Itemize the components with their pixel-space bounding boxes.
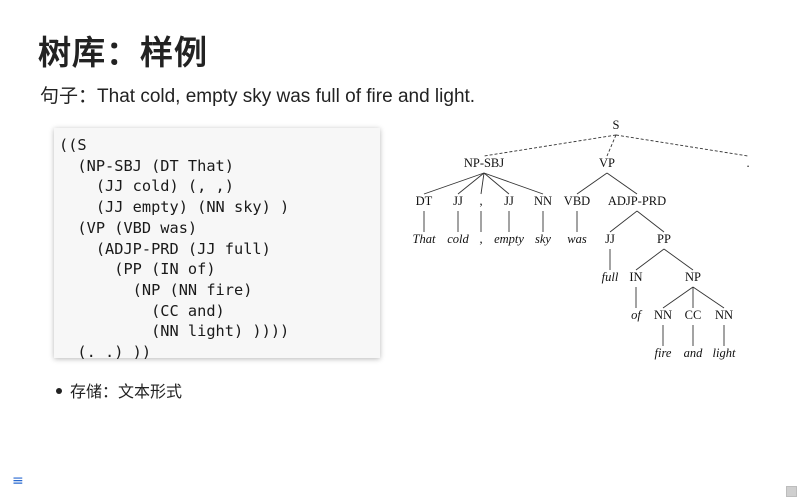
tree-edge [483, 172, 510, 195]
tree-word-was: was [567, 232, 587, 246]
tree-word-cold: cold [447, 232, 469, 246]
tree-node-vp: VP [599, 156, 615, 170]
tree-node-np2: NP [685, 270, 701, 284]
tree-node-cc: CC [685, 308, 702, 322]
sentence-label: 句子： [40, 85, 98, 107]
tree-edge [483, 172, 544, 195]
code-line: (ADJP-PRD (JJ full) [59, 239, 271, 258]
tree-node-jj3: JJ [605, 232, 615, 246]
tree-node-jj1: JJ [453, 194, 463, 208]
tree-node-vbd: VBD [564, 194, 590, 208]
code-line: ((S [59, 136, 87, 154]
tree-edge [457, 172, 485, 195]
tree-node-nn2: NN [654, 308, 672, 322]
slide-nav-corner-icon[interactable] [786, 486, 797, 497]
tree-edge [576, 172, 608, 195]
bracketed-tree-code: ((S (NP-SBJ (DT That) (JJ cold) (, ,) (J… [54, 128, 380, 361]
tree-node-in: IN [629, 270, 642, 284]
code-line: (CC and) [59, 301, 225, 320]
tree-node-npsbj: NP-SBJ [464, 156, 504, 170]
example-sentence: 句子：That cold, empty sky was full of fire… [40, 81, 475, 108]
code-line: (JJ empty) (NN sky) ) [59, 198, 290, 217]
page-title: 树库：样例 [38, 33, 208, 72]
tree-edge [662, 286, 694, 309]
code-line: (NP-SBJ (DT That) [59, 156, 234, 175]
tree-node-jj2: JJ [504, 194, 514, 208]
tree-word-light: light [713, 346, 736, 360]
code-line: (JJ cold) (, ,) [59, 177, 234, 196]
code-block: ((S (NP-SBJ (DT That) (JJ cold) (, ,) (J… [54, 128, 380, 363]
bullet-list: 存储：文本形式 [56, 378, 182, 402]
tree-edge [636, 210, 665, 233]
tree-edge [480, 172, 485, 195]
tree-edge [483, 134, 617, 157]
tree-node-nn3: NN [715, 308, 733, 322]
tree-edge [615, 134, 749, 157]
code-line: (PP (IN of) [59, 260, 216, 279]
tree-word-and: and [684, 346, 704, 360]
tree-node-s: S [613, 118, 620, 132]
tree-node-dt: DT [416, 194, 433, 208]
tree-word-full: full [602, 270, 619, 284]
tree-node-pp: PP [657, 232, 671, 246]
sentence-text: That cold, empty sky was full of fire an… [97, 86, 476, 107]
code-line: (NP (NN fire) [59, 280, 253, 299]
tree-edge [423, 172, 485, 195]
tree-edge [606, 134, 617, 157]
tree-node-adjp: ADJP-PRD [608, 194, 666, 208]
tree-edge [692, 286, 725, 309]
code-line: (VP (VBD was) [59, 218, 198, 237]
tree-word-sky: sky [535, 232, 551, 246]
parse-tree-diagram: S NP-SBJ VP . DT JJ, JJ NN VBD ADJP-PRD JJ PP IN NP NN… [413, 118, 750, 360]
bullet-item-storage: 存储：文本形式 [56, 378, 182, 402]
tree-node-nn1: NN [534, 194, 552, 208]
tree-word-comma: , [479, 232, 482, 246]
tree-node-comma: , [479, 194, 482, 208]
tree-word-of: of [631, 308, 642, 322]
tree-word-fire: fire [655, 346, 672, 360]
tree-word-empty: empty [494, 232, 524, 246]
tree-word-that: That [413, 232, 436, 246]
tree-edge [635, 248, 665, 271]
tree-edge [606, 172, 638, 195]
code-line: (NN light) )))) [59, 322, 290, 341]
menu-icon[interactable]: ≡ [12, 473, 24, 489]
bullet-text: 存储：文本形式 [70, 382, 183, 401]
bullet-dot [56, 387, 62, 394]
tree-edge [663, 248, 694, 271]
tree-node-dot: . [746, 156, 749, 170]
code-line: (. .) )) [59, 343, 152, 362]
tree-edge [609, 210, 638, 233]
